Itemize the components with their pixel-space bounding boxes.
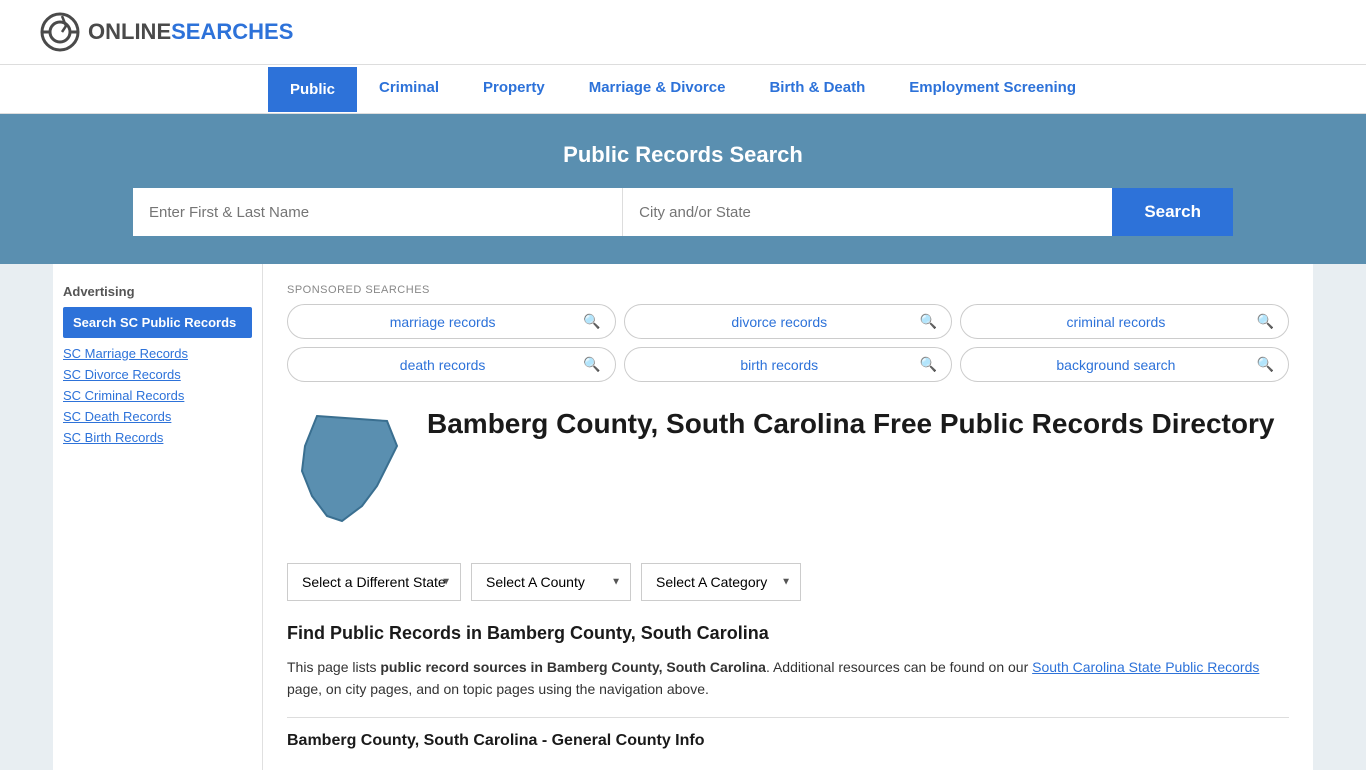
search-icon-4: 🔍 bbox=[920, 356, 937, 373]
sidebar-link-marriage[interactable]: SC Marriage Records bbox=[63, 346, 252, 361]
sponsored-label: SPONSORED SEARCHES bbox=[287, 284, 1289, 296]
find-desc-bold: public record sources in Bamberg County,… bbox=[380, 659, 766, 675]
search-icon-2: 🔍 bbox=[1257, 313, 1274, 330]
sponsored-divorce[interactable]: divorce records 🔍 bbox=[624, 304, 953, 339]
category-dropdown-wrapper: Select A Category bbox=[641, 563, 801, 601]
county-dropdown[interactable]: Select A County bbox=[471, 563, 631, 601]
site-header: ONLINE SEARCHES bbox=[0, 0, 1366, 65]
name-input[interactable] bbox=[133, 188, 623, 236]
search-icon-1: 🔍 bbox=[920, 313, 937, 330]
nav-public[interactable]: Public bbox=[268, 67, 357, 112]
state-map-svg bbox=[287, 406, 407, 539]
sponsored-searches: marriage records 🔍 divorce records 🔍 cri… bbox=[287, 304, 1289, 382]
sidebar-ad-title: Advertising bbox=[63, 284, 252, 299]
state-dropdown[interactable]: Select a Different State bbox=[287, 563, 461, 601]
find-records-title: Find Public Records in Bamberg County, S… bbox=[287, 623, 1289, 644]
dropdowns-row: Select a Different State Select A County… bbox=[287, 563, 1289, 601]
sidebar-link-criminal[interactable]: SC Criminal Records bbox=[63, 388, 252, 403]
section-divider bbox=[287, 717, 1289, 718]
sidebar-link-divorce[interactable]: SC Divorce Records bbox=[63, 367, 252, 382]
location-input[interactable] bbox=[623, 188, 1112, 236]
general-info-title: Bamberg County, South Carolina - General… bbox=[287, 732, 1289, 750]
search-banner: Public Records Search Search bbox=[0, 114, 1366, 264]
sponsored-criminal[interactable]: criminal records 🔍 bbox=[960, 304, 1289, 339]
find-desc-start: This page lists bbox=[287, 659, 380, 675]
nav-birth-death[interactable]: Birth & Death bbox=[747, 65, 887, 113]
find-records-description: This page lists public record sources in… bbox=[287, 656, 1289, 701]
sponsored-marriage[interactable]: marriage records 🔍 bbox=[287, 304, 616, 339]
sidebar-link-death[interactable]: SC Death Records bbox=[63, 409, 252, 424]
state-dropdown-wrapper: Select a Different State bbox=[287, 563, 461, 601]
nav-criminal[interactable]: Criminal bbox=[357, 65, 461, 113]
search-banner-title: Public Records Search bbox=[40, 142, 1326, 168]
main-wrapper: Advertising Search SC Public Records SC … bbox=[53, 264, 1313, 770]
sidebar-ad-banner[interactable]: Search SC Public Records bbox=[63, 307, 252, 338]
county-header: Bamberg County, South Carolina Free Publ… bbox=[287, 406, 1289, 539]
find-desc-link[interactable]: South Carolina State Public Records bbox=[1032, 659, 1259, 675]
search-icon-3: 🔍 bbox=[583, 356, 600, 373]
find-desc-end: page, on city pages, and on topic pages … bbox=[287, 681, 709, 697]
search-button[interactable]: Search bbox=[1112, 188, 1233, 236]
search-icon-0: 🔍 bbox=[583, 313, 600, 330]
search-form: Search bbox=[133, 188, 1233, 236]
county-title: Bamberg County, South Carolina Free Publ… bbox=[427, 406, 1274, 442]
sidebar: Advertising Search SC Public Records SC … bbox=[53, 264, 263, 770]
find-desc-mid: . Additional resources can be found on o… bbox=[766, 659, 1032, 675]
county-dropdown-wrapper: Select A County bbox=[471, 563, 631, 601]
sponsored-death[interactable]: death records 🔍 bbox=[287, 347, 616, 382]
search-icon-5: 🔍 bbox=[1257, 356, 1274, 373]
main-content: SPONSORED SEARCHES marriage records 🔍 di… bbox=[263, 264, 1313, 770]
logo-text: ONLINE SEARCHES bbox=[88, 19, 293, 45]
nav-employment[interactable]: Employment Screening bbox=[887, 65, 1098, 113]
logo-icon bbox=[40, 12, 80, 52]
sidebar-link-birth[interactable]: SC Birth Records bbox=[63, 430, 252, 445]
logo-link[interactable]: ONLINE SEARCHES bbox=[40, 12, 293, 52]
nav-marriage-divorce[interactable]: Marriage & Divorce bbox=[567, 65, 748, 113]
sponsored-birth[interactable]: birth records 🔍 bbox=[624, 347, 953, 382]
category-dropdown[interactable]: Select A Category bbox=[641, 563, 801, 601]
main-nav: Public Criminal Property Marriage & Divo… bbox=[0, 65, 1366, 114]
sponsored-background[interactable]: background search 🔍 bbox=[960, 347, 1289, 382]
nav-property[interactable]: Property bbox=[461, 65, 567, 113]
